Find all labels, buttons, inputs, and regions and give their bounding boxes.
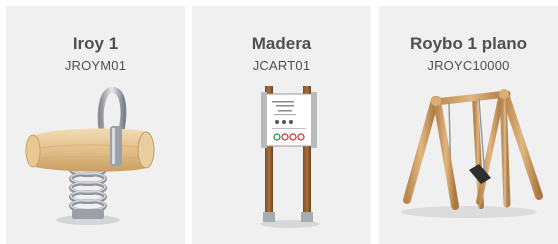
swing-frame-icon	[401, 89, 543, 218]
product-card-madera[interactable]: Madera JCART01	[192, 6, 371, 244]
product-card-roybo-1-plano[interactable]: Roybo 1 plano JROYC10000	[379, 6, 558, 244]
information-sign-icon	[260, 86, 320, 228]
spring-rider-icon	[25, 86, 155, 225]
product-card-iroy-1[interactable]: Iroy 1 JROYM01	[6, 6, 185, 244]
